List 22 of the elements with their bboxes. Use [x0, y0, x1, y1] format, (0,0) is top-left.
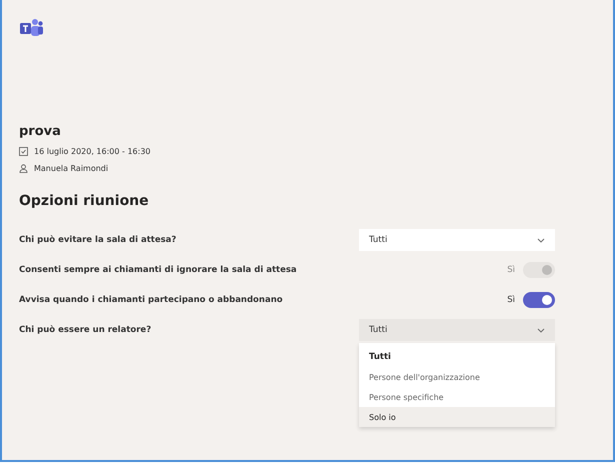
section-heading: Opzioni riunione [19, 193, 150, 209]
dropdown-field[interactable]: Tutti [359, 229, 555, 251]
toggle-switch[interactable] [523, 292, 555, 308]
app-logo-icon [19, 18, 43, 38]
toggle-state-label: Sì [507, 265, 515, 275]
menu-item[interactable]: Tutti [359, 347, 555, 367]
organizer-name: Manuela Raimondi [34, 164, 108, 173]
chevron-down-icon [537, 328, 545, 332]
person-icon [19, 164, 28, 173]
meeting-date: 16 luglio 2020, 16:00 - 16:30 [34, 147, 151, 156]
meeting-title: prova [19, 124, 62, 139]
option-label: Consenti sempre ai chiamanti di ignorare la sala di attesa [19, 265, 297, 275]
option-label: Chi può evitare la sala di attesa? [19, 235, 176, 245]
menu-item[interactable]: Persone specifiche [359, 387, 555, 407]
toggle-state-label: Sì [507, 295, 515, 305]
menu-item[interactable]: Persone dell'organizzazione [359, 367, 555, 387]
chevron-down-icon [537, 238, 545, 242]
option-label: Avvisa quando i chiamanti partecipano o abbandonano [19, 295, 283, 305]
calendar-icon [19, 147, 28, 156]
dropdown-field[interactable]: Tutti [359, 319, 555, 341]
option-label: Chi può essere un relatore? [19, 325, 152, 335]
menu-item[interactable]: Solo io [359, 407, 555, 427]
